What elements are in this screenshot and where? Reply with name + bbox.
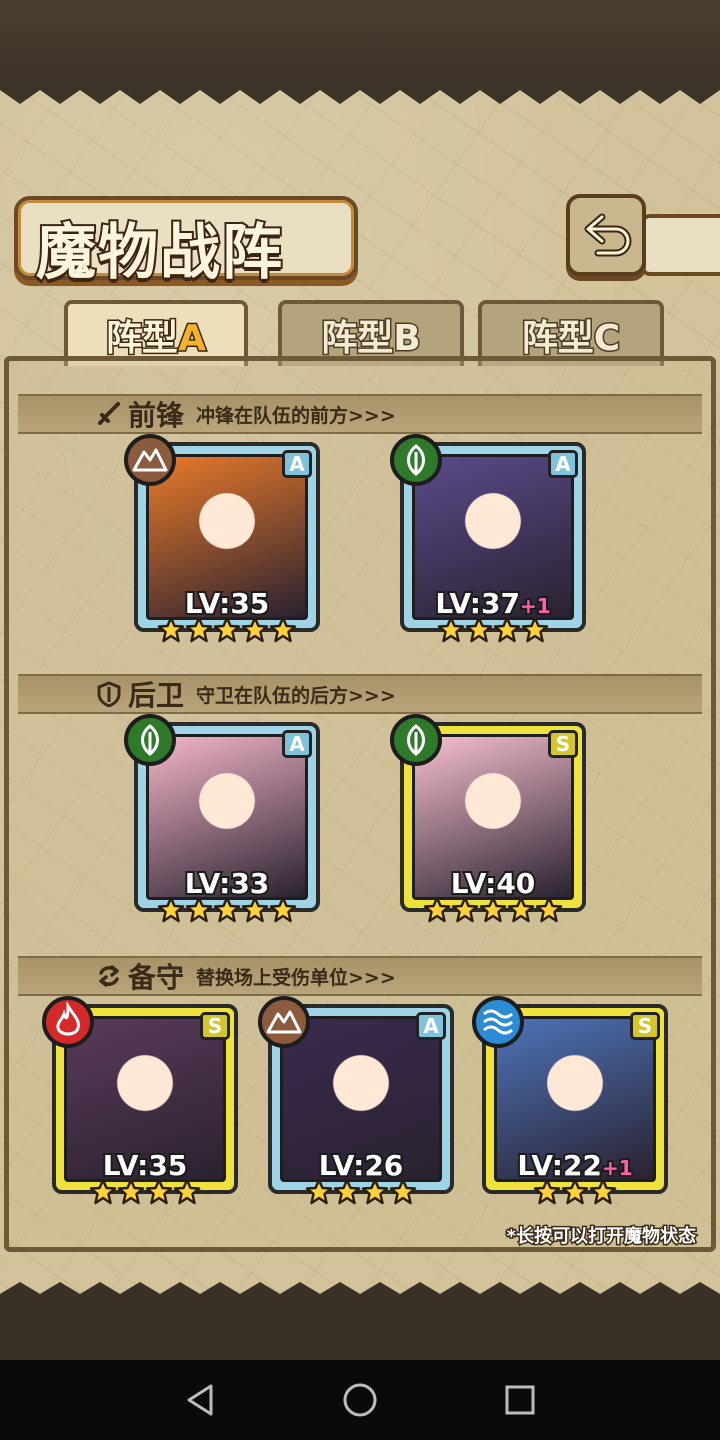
- section-desc: 守卫在队伍的后方>>>: [196, 684, 396, 707]
- star-rating: [400, 616, 586, 650]
- star-rating: [52, 1178, 238, 1212]
- zigzag-bottom: [0, 1282, 720, 1306]
- star-rating: [134, 616, 320, 650]
- back-button-extension: [640, 214, 720, 276]
- page-title: 魔物战阵: [34, 216, 284, 290]
- rank-badge: S: [630, 1012, 660, 1040]
- star-icon: [157, 896, 185, 923]
- wood-element-icon: [390, 714, 442, 766]
- nav-recents-button[interactable]: [500, 1380, 540, 1420]
- circle-home-icon: [343, 1383, 377, 1417]
- star-icon: [269, 616, 297, 643]
- fire-element-icon: [42, 996, 94, 1048]
- star-icon: [533, 1178, 561, 1205]
- rank-badge: S: [548, 730, 578, 758]
- level-plus: +1: [600, 1154, 635, 1182]
- star-icon: [507, 896, 535, 923]
- star-icon: [389, 1178, 417, 1205]
- back-button[interactable]: [566, 194, 646, 276]
- section-vanguard: 前锋 冲锋在队伍的前方>>>: [18, 394, 702, 434]
- tab-letter: B: [392, 317, 423, 361]
- star-icon: [89, 1178, 117, 1205]
- star-icon: [157, 616, 185, 643]
- star-icon: [213, 616, 241, 643]
- star-icon: [185, 896, 213, 923]
- bottom-band: [0, 1300, 720, 1360]
- tab-label: 阵型: [520, 317, 595, 361]
- section-title: 后卫: [128, 679, 185, 712]
- earth-element-icon: [124, 434, 176, 486]
- section-rearguard: 后卫 守卫在队伍的后方>>>: [18, 674, 702, 714]
- star-icon: [333, 1178, 361, 1205]
- star-icon: [521, 616, 549, 643]
- star-icon: [451, 896, 479, 923]
- triangle-back-icon: [187, 1384, 213, 1416]
- star-icon: [535, 896, 563, 923]
- nav-home-button[interactable]: [340, 1380, 380, 1420]
- star-icon: [241, 616, 269, 643]
- square-recents-icon: [505, 1385, 535, 1415]
- tab-label: 阵型: [320, 317, 395, 361]
- star-rating: [134, 896, 320, 930]
- section-title: 备守: [128, 961, 185, 994]
- star-icon: [423, 896, 451, 923]
- star-icon: [145, 1178, 173, 1205]
- star-icon: [241, 896, 269, 923]
- tab-letter: A: [177, 317, 208, 361]
- rank-badge: A: [282, 730, 312, 758]
- formation-tabs: 阵型A 阵型B 阵型C: [8, 300, 712, 366]
- wood-element-icon: [124, 714, 176, 766]
- section-reserve: 备守 替换场上受伤单位>>>: [18, 956, 702, 996]
- star-icon: [213, 896, 241, 923]
- nav-back-button[interactable]: [180, 1380, 220, 1420]
- tab-letter: C: [592, 317, 621, 361]
- star-rating: [268, 1178, 454, 1212]
- star-icon: [361, 1178, 389, 1205]
- star-icon: [561, 1178, 589, 1205]
- title-plate: 魔物战阵: [14, 196, 358, 290]
- star-icon: [173, 1178, 201, 1205]
- top-band: [0, 0, 720, 80]
- wood-element-icon: [390, 434, 442, 486]
- star-icon: [465, 616, 493, 643]
- star-icon: [589, 1178, 617, 1205]
- rank-badge: A: [416, 1012, 446, 1040]
- back-arrow-icon: [584, 213, 632, 257]
- star-icon: [117, 1178, 145, 1205]
- swap-icon: [94, 961, 124, 991]
- zigzag-top: [0, 80, 720, 104]
- sword-icon: [94, 399, 124, 429]
- water-element-icon: [472, 996, 524, 1048]
- system-navbar: [0, 1360, 720, 1440]
- tab-label: 阵型: [105, 317, 180, 361]
- star-rating: [482, 1178, 668, 1212]
- rank-badge: S: [200, 1012, 230, 1040]
- star-rating: [400, 896, 586, 930]
- section-desc: 冲锋在队伍的前方>>>: [196, 404, 396, 427]
- long-press-hint: *长按可以打开魔物状态: [505, 1225, 697, 1249]
- level-plus: +1: [518, 592, 553, 620]
- star-icon: [493, 616, 521, 643]
- rank-badge: A: [282, 450, 312, 478]
- star-icon: [305, 1178, 333, 1205]
- star-icon: [185, 616, 213, 643]
- shield-icon: [94, 679, 124, 709]
- section-desc: 替换场上受伤单位>>>: [196, 966, 396, 989]
- star-icon: [437, 616, 465, 643]
- section-title: 前锋: [128, 399, 185, 432]
- rank-badge: A: [548, 450, 578, 478]
- star-icon: [269, 896, 297, 923]
- star-icon: [479, 896, 507, 923]
- earth-element-icon: [258, 996, 310, 1048]
